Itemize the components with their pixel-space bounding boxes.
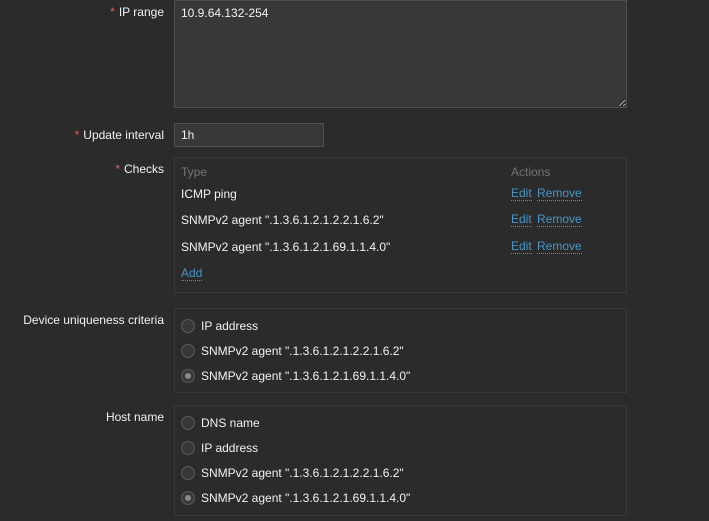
check-type: SNMPv2 agent ".1.3.6.1.2.1.2.2.1.6.2" <box>181 213 384 227</box>
radio-button-selected[interactable] <box>181 369 195 383</box>
host-name-radio-group: DNS name IP address SNMPv2 agent ".1.3.6… <box>174 405 627 516</box>
check-edit-link[interactable]: Edit <box>511 187 532 201</box>
check-edit-link[interactable]: Edit <box>511 240 532 254</box>
ip-range-label-text: IP range <box>118 5 164 19</box>
host-name-option[interactable]: IP address <box>181 439 258 457</box>
ip-range-label: * IP range <box>110 5 164 19</box>
radio-button-selected[interactable] <box>181 491 195 505</box>
checks-label-text: Checks <box>123 162 164 176</box>
check-type: SNMPv2 agent ".1.3.6.1.2.1.69.1.1.4.0" <box>181 240 391 254</box>
check-remove-link[interactable]: Remove <box>537 213 582 227</box>
device-uniqueness-option[interactable]: SNMPv2 agent ".1.3.6.1.2.1.69.1.1.4.0" <box>181 367 410 385</box>
update-interval-row: * Update interval <box>0 123 709 147</box>
update-interval-label-text: Update interval <box>83 128 164 142</box>
radio-label: SNMPv2 agent ".1.3.6.1.2.1.2.2.1.6.2" <box>201 344 404 358</box>
radio-label: DNS name <box>201 416 260 430</box>
radio-label: IP address <box>201 319 259 333</box>
host-name-row: Host name DNS name IP address SNMPv2 age… <box>0 405 709 516</box>
add-check-link[interactable]: Add <box>181 267 203 281</box>
host-name-option[interactable]: DNS name <box>181 414 260 432</box>
check-edit-link[interactable]: Edit <box>511 213 532 227</box>
required-marker: * <box>115 162 120 176</box>
required-marker: * <box>110 5 115 19</box>
radio-label: SNMPv2 agent ".1.3.6.1.2.1.69.1.1.4.0" <box>201 369 411 383</box>
update-interval-label: * Update interval <box>75 128 164 142</box>
host-name-option[interactable]: SNMPv2 agent ".1.3.6.1.2.1.69.1.1.4.0" <box>181 489 410 507</box>
device-uniqueness-radio-group: IP address SNMPv2 agent ".1.3.6.1.2.1.2.… <box>174 308 627 393</box>
update-interval-input[interactable] <box>174 123 324 147</box>
device-uniqueness-option[interactable]: SNMPv2 agent ".1.3.6.1.2.1.2.2.1.6.2" <box>181 342 404 360</box>
host-name-label: Host name <box>105 410 164 424</box>
ip-range-row: * IP range 10.9.64.132-254 <box>0 0 709 110</box>
device-uniqueness-option[interactable]: IP address <box>181 317 258 335</box>
check-remove-link[interactable]: Remove <box>537 240 582 254</box>
check-remove-link[interactable]: Remove <box>537 187 582 201</box>
check-type: ICMP ping <box>181 187 237 201</box>
required-marker: * <box>74 128 80 142</box>
radio-label: IP address <box>201 441 259 455</box>
radio-label: SNMPv2 agent ".1.3.6.1.2.1.2.2.1.6.2" <box>201 466 404 480</box>
checks-header-type: Type <box>181 165 208 179</box>
radio-button[interactable] <box>181 319 195 333</box>
checks-table: Type Actions ICMP ping Edit Remove SNMPv… <box>174 157 627 293</box>
checks-label: * Checks <box>115 162 164 176</box>
checks-row: * Checks Type Actions ICMP ping Edit Remo… <box>0 157 709 293</box>
device-uniqueness-row: Device uniqueness criteria IP address SN… <box>0 308 709 393</box>
ip-range-textarea[interactable]: 10.9.64.132-254 <box>174 0 627 108</box>
host-name-option[interactable]: SNMPv2 agent ".1.3.6.1.2.1.2.2.1.6.2" <box>181 464 404 482</box>
radio-button[interactable] <box>181 441 195 455</box>
radio-button[interactable] <box>181 344 195 358</box>
radio-button[interactable] <box>181 466 195 480</box>
radio-label: SNMPv2 agent ".1.3.6.1.2.1.69.1.1.4.0" <box>201 491 411 505</box>
radio-button[interactable] <box>181 416 195 430</box>
device-uniqueness-label: Device uniqueness criteria <box>23 313 164 327</box>
checks-header-actions: Actions <box>511 165 551 179</box>
